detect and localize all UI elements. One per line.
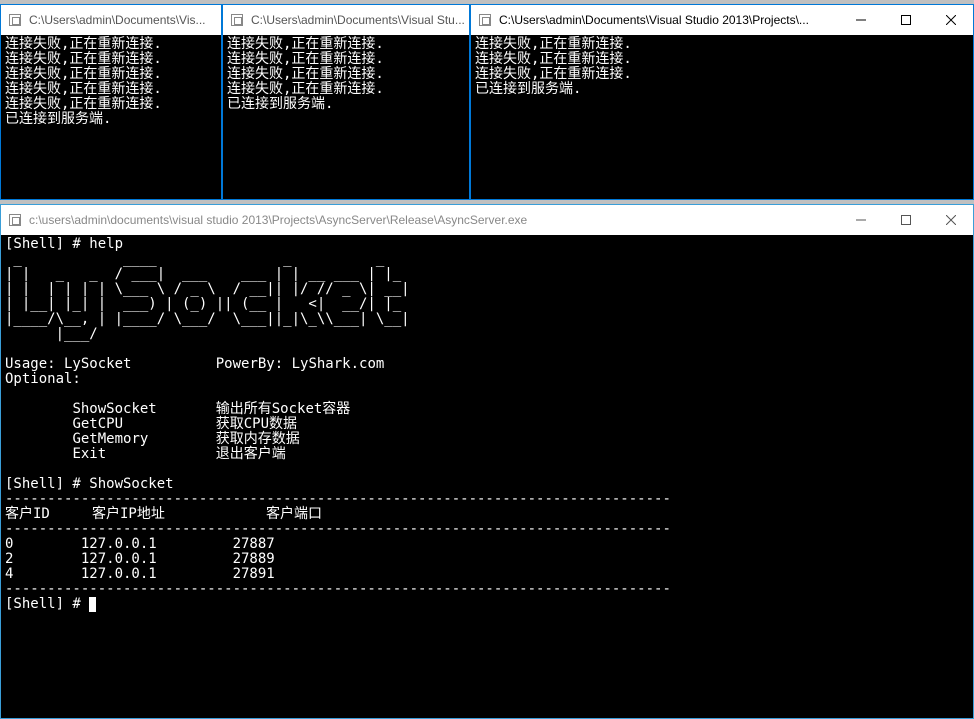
window-controls	[838, 5, 973, 35]
client-window-2: C:\Users\admin\Documents\Visual Stu... 连…	[222, 4, 470, 200]
terminal-output[interactable]: [Shell] # help _ ____ _ _ | | _ _ / ___|…	[1, 235, 973, 718]
titlebar[interactable]: C:\Users\admin\Documents\Vis...	[1, 5, 221, 35]
app-icon	[9, 14, 21, 26]
close-button[interactable]	[928, 205, 973, 235]
app-icon	[9, 214, 21, 226]
window-controls	[838, 205, 973, 235]
app-icon	[231, 14, 243, 26]
close-button[interactable]	[928, 5, 973, 35]
terminal-output[interactable]: 连接失败,正在重新连接. 连接失败,正在重新连接. 连接失败,正在重新连接. 已…	[471, 35, 973, 199]
titlebar[interactable]: c:\users\admin\documents\visual studio 2…	[1, 205, 973, 235]
minimize-button[interactable]	[838, 205, 883, 235]
client-window-1: C:\Users\admin\Documents\Vis... 连接失败,正在重…	[0, 4, 222, 200]
app-icon	[479, 14, 491, 26]
maximize-button[interactable]	[883, 5, 928, 35]
client-window-3: C:\Users\admin\Documents\Visual Studio 2…	[470, 4, 974, 200]
window-title: c:\users\admin\documents\visual studio 2…	[29, 213, 838, 227]
cursor	[89, 597, 96, 612]
window-title: C:\Users\admin\Documents\Visual Studio 2…	[499, 13, 809, 27]
terminal-output[interactable]: 连接失败,正在重新连接. 连接失败,正在重新连接. 连接失败,正在重新连接. 连…	[1, 35, 221, 199]
window-title: C:\Users\admin\Documents\Vis...	[29, 13, 206, 27]
server-window: c:\users\admin\documents\visual studio 2…	[0, 204, 974, 719]
terminal-output[interactable]: 连接失败,正在重新连接. 连接失败,正在重新连接. 连接失败,正在重新连接. 连…	[223, 35, 469, 199]
titlebar[interactable]: C:\Users\admin\Documents\Visual Studio 2…	[471, 5, 973, 35]
titlebar[interactable]: C:\Users\admin\Documents\Visual Stu...	[223, 5, 469, 35]
maximize-button[interactable]	[883, 205, 928, 235]
minimize-button[interactable]	[838, 5, 883, 35]
window-title: C:\Users\admin\Documents\Visual Stu...	[251, 13, 465, 27]
